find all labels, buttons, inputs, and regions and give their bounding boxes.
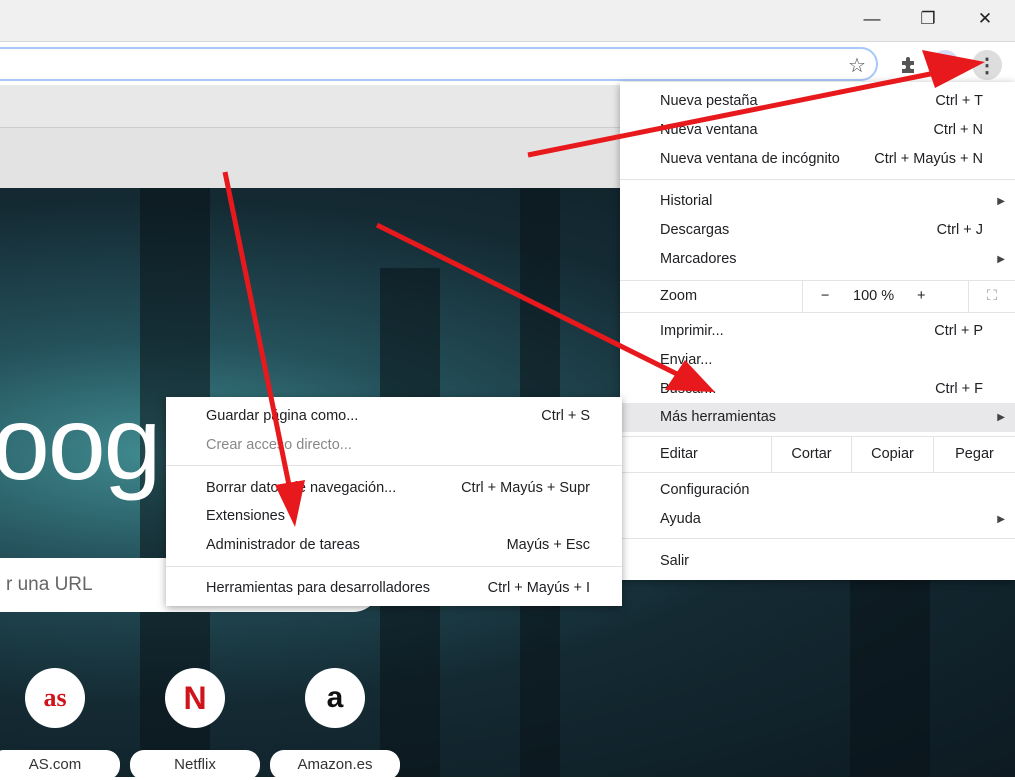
shortcut: Mayús + Esc <box>506 537 590 553</box>
label: Borrar datos de navegación... <box>206 480 397 496</box>
submenu-arrow-icon: ▶ <box>997 254 1005 265</box>
label: Administrador de tareas <box>206 537 360 553</box>
divider <box>620 312 1015 313</box>
label: Zoom <box>660 288 698 304</box>
label: Crear acceso directo... <box>206 437 352 453</box>
label: Guardar página como... <box>206 408 359 424</box>
zoom-controls: − 100 % + <box>802 281 968 312</box>
amazon-shortcut-icon[interactable]: a <box>305 668 365 728</box>
as-shortcut-icon[interactable]: as <box>25 668 85 728</box>
zoom-value: 100 % <box>853 288 895 304</box>
address-bar[interactable] <box>0 47 878 81</box>
chrome-main-menu: Nueva pestaña Ctrl + T Nueva ventana Ctrl … <box>620 82 1015 580</box>
submenu-arrow-icon: ▶ <box>997 412 1005 423</box>
label: Configuración <box>660 482 750 498</box>
menu-item-incognito[interactable]: Nueva ventana de incógnito Ctrl + Mayús +… <box>620 145 1015 174</box>
divider <box>166 566 622 567</box>
zoom-out-button[interactable]: − <box>821 281 829 312</box>
submenu-item-extensions[interactable]: Extensiones <box>166 502 622 531</box>
title-bar: — ❐ ✕ <box>0 0 1015 41</box>
shortcut-label[interactable]: Amazon.es <box>270 750 400 780</box>
shortcut: Ctrl + T <box>935 93 983 109</box>
shortcut: Ctrl + Mayús + Supr <box>461 480 590 496</box>
submenu-arrow-icon: ▶ <box>997 196 1005 207</box>
label: Enviar... <box>660 352 713 368</box>
google-logo: oogl <box>0 386 183 502</box>
edit-row: Editar Cortar Copiar Pegar <box>620 437 1015 472</box>
label: Descargas <box>660 222 730 238</box>
submenu-item-clear-data[interactable]: Borrar datos de navegación... Ctrl + Mayú… <box>166 474 622 503</box>
submenu-item-devtools[interactable]: Herramientas para desarrolladores Ctrl + … <box>166 574 622 603</box>
label: Herramientas para desarrolladores <box>206 580 431 596</box>
menu-item-settings[interactable]: Configuración <box>620 476 1015 505</box>
label: Ayuda <box>660 511 701 527</box>
divider <box>620 472 1015 473</box>
divider <box>620 538 1015 539</box>
menu-item-new-window[interactable]: Nueva ventana Ctrl + N <box>620 116 1015 145</box>
netflix-shortcut-icon[interactable]: N <box>165 668 225 728</box>
label: Nueva ventana de incógnito <box>660 151 840 167</box>
shortcut: Ctrl + F <box>935 381 983 397</box>
shortcut-label[interactable]: AS.com <box>0 750 120 780</box>
menu-item-downloads[interactable]: Descargas Ctrl + J <box>620 216 1015 245</box>
shortcut: Ctrl + J <box>936 222 983 238</box>
close-button[interactable]: ✕ <box>965 6 1005 32</box>
menu-item-print[interactable]: Imprimir... Ctrl + P <box>620 317 1015 346</box>
copy-button[interactable]: Copiar <box>851 437 933 472</box>
label: Marcadores <box>660 251 737 267</box>
submenu-item-task-manager[interactable]: Administrador de tareas Mayús + Esc <box>166 531 622 560</box>
divider <box>620 179 1015 180</box>
paste-button[interactable]: Pegar <box>933 437 1015 472</box>
menu-item-find[interactable]: Buscar... Ctrl + F <box>620 375 1015 404</box>
bookmark-star-icon[interactable]: ☆ <box>842 50 872 80</box>
shortcut: Ctrl + Mayús + I <box>487 580 590 596</box>
menu-item-new-tab[interactable]: Nueva pestaña Ctrl + T <box>620 87 1015 116</box>
submenu-item-create-shortcut[interactable]: Crear acceso directo... <box>166 431 622 460</box>
minimize-button[interactable]: — <box>852 6 892 32</box>
cut-button[interactable]: Cortar <box>771 437 851 472</box>
label: Nueva ventana <box>660 122 758 138</box>
restore-button[interactable]: ❐ <box>908 6 948 32</box>
shortcut-label[interactable]: Netflix <box>130 750 260 780</box>
shortcut: Ctrl + Mayús + N <box>874 151 983 167</box>
label: Salir <box>660 553 690 569</box>
submenu-arrow-icon: ▶ <box>997 514 1005 525</box>
shortcut: Ctrl + S <box>541 408 590 424</box>
profile-avatar[interactable] <box>931 50 959 78</box>
menu-item-history[interactable]: Historial ▶ <box>620 187 1015 216</box>
divider <box>166 465 622 466</box>
menu-item-bookmarks[interactable]: Marcadores ▶ <box>620 245 1015 274</box>
submenu-item-save-page[interactable]: Guardar página como... Ctrl + S <box>166 402 622 431</box>
label: Nueva pestaña <box>660 93 758 109</box>
fullscreen-icon[interactable]: ⛶ <box>968 281 1015 312</box>
menu-item-exit[interactable]: Salir <box>620 547 1015 576</box>
label: Extensiones <box>206 508 285 524</box>
toolbar: ☆ ⋮ <box>0 41 1015 85</box>
label: Historial <box>660 193 713 209</box>
label: Editar <box>660 446 698 462</box>
label: Más herramientas <box>660 409 777 425</box>
zoom-in-button[interactable]: + <box>917 281 925 312</box>
menu-item-help[interactable]: Ayuda ▶ <box>620 505 1015 534</box>
shortcut: Ctrl + N <box>933 122 983 138</box>
label: Buscar... <box>660 381 717 397</box>
menu-item-more-tools[interactable]: Más herramientas ▶ <box>620 403 1015 432</box>
menu-item-cast[interactable]: Enviar... <box>620 346 1015 375</box>
more-tools-submenu: Guardar página como... Ctrl + S Crear acc… <box>166 397 622 606</box>
extensions-puzzle-icon[interactable] <box>893 50 923 80</box>
shortcut: Ctrl + P <box>934 323 983 339</box>
menu-dots-icon[interactable]: ⋮ <box>972 50 1002 80</box>
label: Imprimir... <box>660 323 724 339</box>
zoom-row: Zoom − 100 % + ⛶ <box>620 281 1015 312</box>
